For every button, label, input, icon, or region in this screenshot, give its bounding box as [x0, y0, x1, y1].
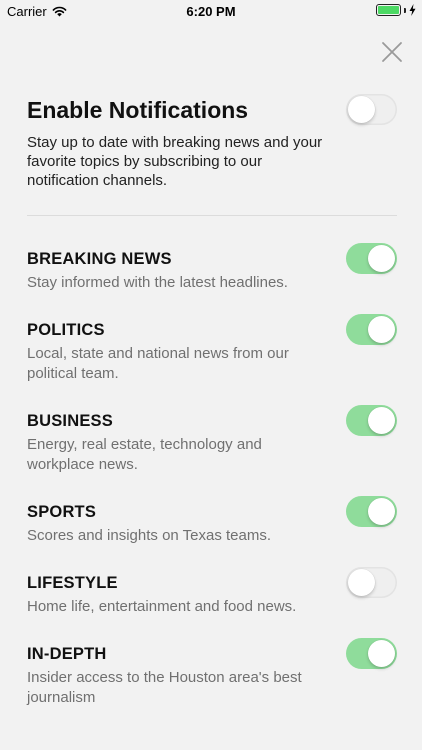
- lifestyle-toggle[interactable]: [346, 567, 397, 598]
- channel-title: SPORTS: [27, 503, 97, 521]
- master-section: Enable Notifications Stay up to date wit…: [27, 95, 397, 190]
- toggle-knob: [348, 569, 375, 596]
- breaking-news-toggle[interactable]: [346, 243, 397, 274]
- channel-breaking-news: BREAKING NEWS Stay informed with the lat…: [27, 248, 397, 293]
- toggle-knob: [348, 96, 375, 123]
- page-title: Enable Notifications: [27, 97, 249, 123]
- charging-bolt-icon: [409, 4, 416, 16]
- channel-title: BUSINESS: [27, 412, 113, 430]
- toggle-knob: [368, 407, 395, 434]
- channel-description: Energy, real estate, technology and work…: [27, 436, 262, 473]
- battery-cap: [404, 7, 406, 13]
- channel-description: Stay informed with the latest headlines.: [27, 274, 288, 291]
- channel-description: Scores and insights on Texas teams.: [27, 527, 272, 544]
- channel-title: BREAKING NEWS: [27, 250, 172, 268]
- sports-toggle[interactable]: [346, 496, 397, 527]
- channel-title: POLITICS: [27, 321, 105, 339]
- battery-icon: [376, 4, 401, 16]
- notification-settings-screen: Carrier 6:20 PM Enable Notifications Sta…: [0, 0, 422, 750]
- channel-title: IN-DEPTH: [27, 645, 107, 663]
- divider: [27, 215, 397, 216]
- channel-description: Home life, entertainment and food news.: [27, 598, 297, 615]
- close-button[interactable]: [380, 40, 404, 64]
- toggle-knob: [368, 640, 395, 667]
- channel-sports: SPORTS Scores and insights on Texas team…: [27, 501, 397, 546]
- status-right: [376, 4, 416, 16]
- channel-business: BUSINESS Energy, real estate, technology…: [27, 410, 397, 475]
- status-time: 6:20 PM: [186, 4, 236, 19]
- channel-title: LIFESTYLE: [27, 574, 118, 592]
- channel-in-depth: IN-DEPTH Insider access to the Houston a…: [27, 643, 397, 708]
- page-description: Stay up to date with breaking news and y…: [27, 134, 323, 189]
- close-icon: [382, 42, 402, 62]
- channel-politics: POLITICS Local, state and national news …: [27, 319, 397, 384]
- enable-notifications-toggle[interactable]: [346, 94, 397, 125]
- in-depth-toggle[interactable]: [346, 638, 397, 669]
- status-bar: Carrier 6:20 PM: [0, 0, 422, 22]
- battery-fill: [378, 6, 399, 14]
- channel-description: Insider access to the Houston area's bes…: [27, 669, 302, 706]
- channel-description: Local, state and national news from our …: [27, 345, 289, 382]
- toggle-knob: [368, 316, 395, 343]
- business-toggle[interactable]: [346, 405, 397, 436]
- channel-lifestyle: LIFESTYLE Home life, entertainment and f…: [27, 572, 397, 617]
- toggle-knob: [368, 498, 395, 525]
- toggle-knob: [368, 245, 395, 272]
- politics-toggle[interactable]: [346, 314, 397, 345]
